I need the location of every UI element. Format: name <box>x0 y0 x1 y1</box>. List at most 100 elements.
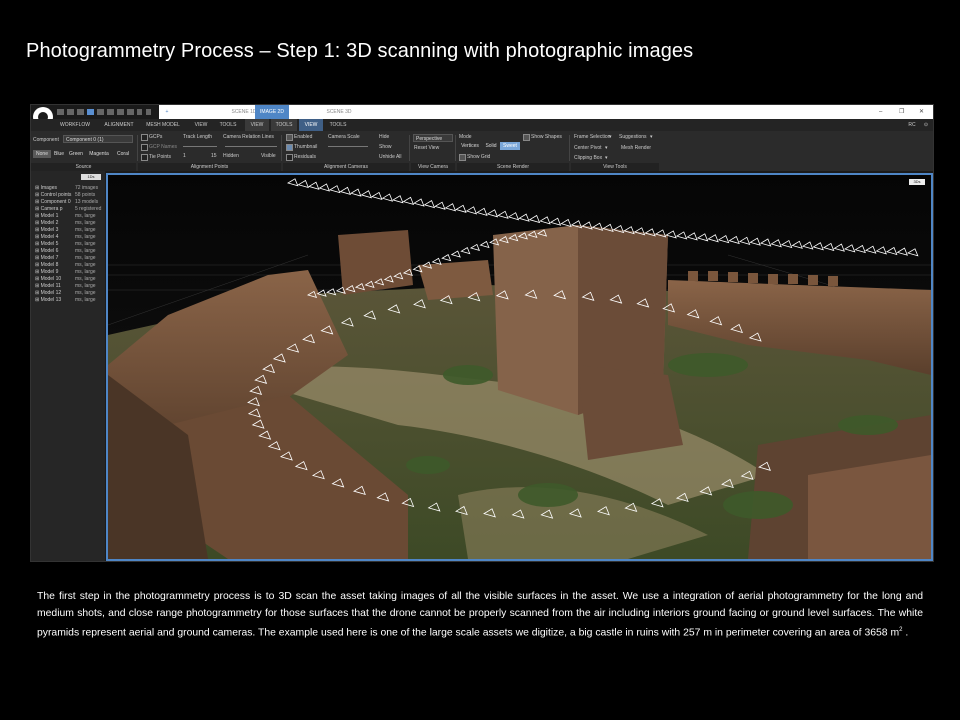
clipping-box-dropdown-icon[interactable]: ▾ <box>605 155 608 161</box>
relation-lines-slider[interactable] <box>225 146 277 147</box>
3d-viewport[interactable]: 3Ds <box>106 173 933 561</box>
tree-item[interactable]: ⊞ Model 9 ms, large <box>35 269 105 276</box>
tree-item-value: ms, large <box>75 234 96 240</box>
tree-item[interactable]: ⊞ Control points 58 points <box>35 192 105 199</box>
caption-text: The first step in the photogrammetry pro… <box>37 591 923 639</box>
suggestions-dropdown-icon[interactable]: ▾ <box>650 134 653 140</box>
tree-item[interactable]: ⊞ Model 7 ms, large <box>35 255 105 262</box>
gcp-names-checkbox[interactable] <box>141 144 148 151</box>
show-button[interactable]: Show <box>379 144 392 150</box>
tie-points-checkbox[interactable] <box>141 154 148 161</box>
tab-image-2d[interactable]: IMAGE 2D <box>255 105 289 119</box>
tree-item-label: ⊞ Model 2 <box>35 220 59 226</box>
title-bar: + SCENE 1D IMAGE 2D SCENE 3D – ❐ ✕ <box>31 105 933 127</box>
tree-item-value: 5 registered <box>75 206 102 212</box>
track-length-label: Track Length <box>183 134 212 140</box>
reset-view-button[interactable]: Reset View <box>414 145 439 151</box>
keep-base <box>578 365 683 460</box>
tree-item[interactable]: ⊞ Model 10 ms, large <box>35 276 105 283</box>
camera-scale-slider[interactable] <box>328 146 368 147</box>
clipping-box-button[interactable]: Clipping Box <box>574 155 602 161</box>
tree-item[interactable]: ⊞ Model 13 ms, large <box>35 297 105 304</box>
tree-item[interactable]: ⊞ Model 6 ms, large <box>35 248 105 255</box>
tree-item[interactable]: ⊞ Model 3 ms, large <box>35 227 105 234</box>
tree-item-label: ⊞ Model 10 <box>35 276 62 282</box>
color-magenta-button[interactable]: Magenta <box>86 150 112 158</box>
tab-scene-3d[interactable]: SCENE 3D <box>309 105 369 119</box>
projection-select[interactable]: Perspective <box>413 134 453 142</box>
group-title-alignment-cameras: Alignment Cameras <box>283 163 409 171</box>
thumbnail-checkbox[interactable] <box>286 144 293 151</box>
help-icon[interactable]: ⊙ <box>921 119 931 131</box>
component-select[interactable]: Component 0 (1) <box>63 135 133 143</box>
color-blue-button[interactable]: Blue <box>52 150 66 158</box>
layout-grid-icon[interactable] <box>107 109 114 115</box>
tree-item[interactable]: ⊞ Model 2 ms, large <box>35 220 105 227</box>
mode-sweet-button[interactable]: Sweet <box>500 142 520 150</box>
residuals-label: Residuals <box>294 154 316 160</box>
frame-selection-dropdown-icon[interactable]: ▾ <box>609 134 612 140</box>
close-icon[interactable]: ✕ <box>919 105 924 119</box>
color-coral-button[interactable]: Coral <box>113 150 133 158</box>
tree-item-value: ms, large <box>75 290 96 296</box>
ribbon-tab-view-1[interactable]: VIEW <box>189 119 213 131</box>
hide-button[interactable]: Hide <box>379 134 389 140</box>
enabled-checkbox[interactable] <box>286 134 293 141</box>
ribbon-tab-workflow[interactable]: WORKFLOW <box>57 119 93 131</box>
layout-split-icon[interactable] <box>97 109 104 115</box>
tree-item[interactable]: ⊞ Model 1 ms, large <box>35 213 105 220</box>
color-green-button[interactable]: Green <box>67 150 85 158</box>
redo-icon[interactable] <box>146 109 151 115</box>
center-pivot-dropdown-icon[interactable]: ▾ <box>605 145 608 151</box>
ribbon-tab-tools-2[interactable]: TOOLS <box>271 119 297 131</box>
color-none-button[interactable]: None <box>33 150 51 158</box>
tree-item-label: ⊞ Model 4 <box>35 234 59 240</box>
quick-access-open-icon[interactable] <box>67 109 74 115</box>
quick-access-new-icon[interactable] <box>57 109 64 115</box>
frame-selection-button[interactable]: Frame Selection <box>574 134 610 140</box>
layout-rows-icon[interactable] <box>127 109 134 115</box>
residuals-checkbox[interactable] <box>286 154 293 161</box>
ribbon-tab-tools-3[interactable]: TOOLS <box>325 119 351 131</box>
tree-item-value: ms, large <box>75 297 96 303</box>
unhide-all-button[interactable]: Unhide All <box>379 154 402 160</box>
suggestions-button[interactable]: Suggestions <box>619 134 647 140</box>
center-pivot-button[interactable]: Center Pivot <box>574 145 602 151</box>
tree-item[interactable]: ⊞ Model 11 ms, large <box>35 283 105 290</box>
track-length-slider[interactable] <box>183 146 217 147</box>
mode-solid-button[interactable]: Solid <box>483 142 499 150</box>
layout-icon[interactable] <box>87 109 94 115</box>
undo-icon[interactable] <box>137 109 142 115</box>
tree-item-value: ms, large <box>75 283 96 289</box>
layout-columns-icon[interactable] <box>117 109 124 115</box>
tree-item[interactable]: ⊞ Model 12 ms, large <box>35 290 105 297</box>
ribbon-tab-alignment[interactable]: ALIGNMENT <box>101 119 137 131</box>
gcps-checkbox[interactable] <box>141 134 148 141</box>
panel-1ds-badge[interactable]: 1Ds <box>81 174 101 180</box>
tree-item[interactable]: ⊞ Model 8 ms, large <box>35 262 105 269</box>
ribbon-tab-view-2[interactable]: VIEW <box>245 119 269 131</box>
tree-item[interactable]: ⊞ Model 5 ms, large <box>35 241 105 248</box>
show-shapes-checkbox[interactable] <box>523 134 530 141</box>
tree-item-label: ⊞ Model 13 <box>35 297 62 303</box>
tree-item[interactable]: ⊞ Component 0 13 models <box>35 199 105 206</box>
add-view-icon[interactable]: + <box>163 105 171 119</box>
panel-3ds-badge[interactable]: 3Ds <box>909 179 925 185</box>
user-badge[interactable]: RC <box>905 119 919 131</box>
quick-access-save-icon[interactable] <box>77 109 84 115</box>
minimize-icon[interactable]: – <box>879 105 882 119</box>
tree-item-label: ⊞ Model 11 <box>35 283 61 289</box>
mesh-render-button[interactable]: Mesh Render <box>621 145 651 151</box>
tree-item[interactable]: ⊞ Images 72 images <box>35 185 105 192</box>
ribbon-tab-tools-1[interactable]: TOOLS <box>215 119 241 131</box>
ribbon-tab-mesh-model[interactable]: MESH MODEL <box>143 119 183 131</box>
ribbon-tab-view-3[interactable]: VIEW <box>299 119 323 131</box>
maximize-icon[interactable]: ❐ <box>899 105 904 119</box>
tree-item[interactable]: ⊞ Model 4 ms, large <box>35 234 105 241</box>
relation-visible-label: Visible <box>261 153 276 159</box>
tree-item[interactable]: ⊞ Camera p 5 registered <box>35 206 105 213</box>
mode-vertices-button[interactable]: Vertices <box>458 142 482 150</box>
tree-item-value: 72 images <box>75 185 99 191</box>
tree-item-value: 58 points <box>75 192 96 198</box>
show-grid-checkbox[interactable] <box>459 154 466 161</box>
